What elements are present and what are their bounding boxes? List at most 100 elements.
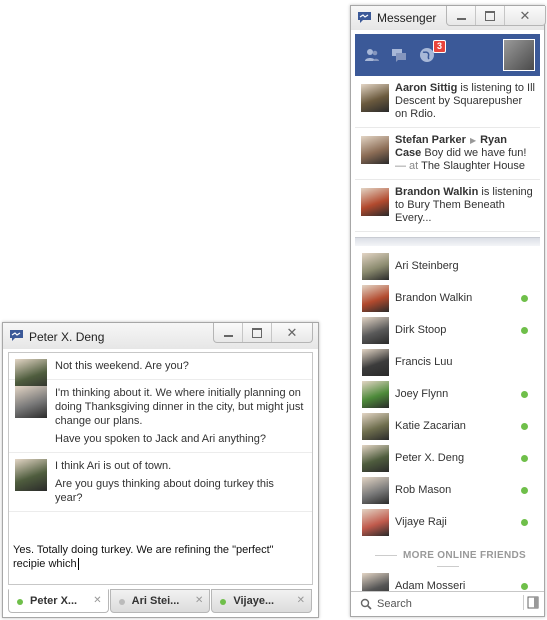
avatar <box>362 509 389 536</box>
close-button[interactable]: ✕ <box>505 6 545 25</box>
friend-requests-icon[interactable] <box>364 47 380 63</box>
messenger-logo-icon <box>10 330 23 341</box>
chat-tab[interactable]: Ari Stei... ✕ <box>109 589 211 613</box>
sidebar-toggle-icon[interactable] <box>523 595 540 610</box>
online-status-icon <box>521 455 528 462</box>
window-controls: ✕ <box>446 6 546 26</box>
messenger-titlebar: Messenger ✕ <box>351 6 546 30</box>
chat-message: I think Ari is out of town. Are you guys … <box>9 453 312 512</box>
friend-name: Joey Flynn <box>395 388 449 400</box>
avatar <box>362 477 389 504</box>
maximize-icon <box>485 10 495 21</box>
close-button[interactable]: ✕ <box>272 323 312 342</box>
story-author[interactable]: Aaron Sittig <box>395 82 457 94</box>
story-meta: — at <box>395 160 422 172</box>
messages-icon[interactable] <box>391 47 407 63</box>
online-status-icon <box>521 327 528 334</box>
messenger-logo-icon <box>358 12 371 23</box>
avatar <box>362 317 389 344</box>
avatar <box>362 573 389 592</box>
arrow-icon: ▶ <box>469 136 477 145</box>
chat-message: Not this weekend. Are you? <box>9 353 312 391</box>
online-status-icon <box>521 423 528 430</box>
chat-message-history[interactable]: Not this weekend. Are you? I'm thinking a… <box>8 352 313 538</box>
friend-list-item[interactable]: Ari Steinberg <box>355 250 540 282</box>
avatar[interactable] <box>15 459 47 491</box>
close-icon: ✕ <box>519 8 531 23</box>
maximize-button[interactable] <box>243 323 272 342</box>
friend-list-item[interactable]: Rob Mason <box>355 474 540 506</box>
search-bar <box>351 591 544 616</box>
friend-list-item[interactable]: Francis Luu <box>355 346 540 378</box>
avatar[interactable] <box>361 136 389 164</box>
avatar <box>362 413 389 440</box>
friend-list-item[interactable]: Brandon Walkin <box>355 282 540 314</box>
ticker-divider[interactable] <box>355 237 540 246</box>
friend-name: Peter X. Deng <box>395 452 465 464</box>
avatar <box>362 381 389 408</box>
avatar[interactable] <box>361 84 389 112</box>
message-text: I'm thinking about it. We where initiall… <box>55 387 304 427</box>
avatar[interactable] <box>15 386 47 418</box>
composer-text: Yes. Totally doing turkey. We are refini… <box>13 544 274 570</box>
chat-tab-label: Peter X... <box>30 595 78 607</box>
friend-name: Brandon Walkin <box>395 292 473 304</box>
online-status-icon <box>220 599 227 605</box>
story-author[interactable]: Brandon Walkin <box>395 186 478 198</box>
avatar[interactable] <box>361 188 389 216</box>
messenger-window: Messenger ✕ 3 Aaron Sittig is listening … <box>350 5 546 617</box>
friend-name: Francis Luu <box>395 356 453 368</box>
story-author[interactable]: Stefan Parker <box>395 134 466 146</box>
search-icon <box>360 598 372 610</box>
chat-tabs: Peter X... ✕ Ari Stei... ✕ Vijaye... ✕ <box>8 589 313 613</box>
ticker-feed: Aaron Sittig is listening to Ill Descent… <box>355 76 540 237</box>
chat-window-controls: ✕ <box>213 323 313 343</box>
chat-tab[interactable]: Vijaye... ✕ <box>211 589 313 613</box>
minimize-button[interactable] <box>447 6 476 25</box>
my-profile-avatar[interactable] <box>503 39 535 71</box>
online-status-icon <box>521 583 528 590</box>
friend-name: Vijaye Raji <box>395 516 447 528</box>
close-tab-icon[interactable]: ✕ <box>195 595 203 606</box>
more-online-friends-heading: MORE ONLINE FRIENDS <box>355 550 540 564</box>
close-tab-icon[interactable]: ✕ <box>93 595 101 606</box>
messenger-toolbar: 3 <box>355 34 540 76</box>
friends-list: Ari Steinberg Brandon Walkin Dirk Stoop Fra… <box>355 250 540 538</box>
messenger-title: Messenger <box>377 11 437 25</box>
chat-title: Peter X. Deng <box>29 330 105 344</box>
close-tab-icon[interactable]: ✕ <box>297 595 305 606</box>
avatar <box>362 285 389 312</box>
ticker-story[interactable]: Brandon Walkin is listening to Bury Them… <box>355 180 540 232</box>
friend-list-item[interactable]: Peter X. Deng <box>355 442 540 474</box>
online-status-icon <box>17 599 23 605</box>
online-status-icon <box>521 487 528 494</box>
chat-tab[interactable]: Peter X... ✕ <box>8 589 109 613</box>
friend-name: Rob Mason <box>395 484 452 496</box>
friend-list-item[interactable]: Katie Zacarian <box>355 410 540 442</box>
friend-list-item[interactable]: Vijaye Raji <box>355 506 540 538</box>
minimize-button[interactable] <box>214 323 243 342</box>
friend-name: Dirk Stoop <box>395 324 447 336</box>
friend-list-item[interactable]: Adam Mosseri <box>355 570 540 592</box>
chat-message: I'm thinking about it. We where initiall… <box>9 380 312 453</box>
online-status-icon <box>521 295 528 302</box>
story-text: Boy did we have fun! <box>421 147 527 159</box>
friend-list-item[interactable]: Joey Flynn <box>355 378 540 410</box>
maximize-button[interactable] <box>476 6 505 25</box>
friend-name: Katie Zacarian <box>395 420 466 432</box>
friend-list-item[interactable]: Dirk Stoop <box>355 314 540 346</box>
ticker-story[interactable]: Stefan Parker ▶ Ryan Case Boy did we have … <box>355 128 540 180</box>
chat-message-input[interactable]: Yes. Totally doing turkey. We are refini… <box>8 537 313 585</box>
chat-titlebar[interactable]: Peter X. Deng ✕ <box>3 323 318 349</box>
avatar <box>362 349 389 376</box>
notifications-badge: 3 <box>433 40 447 53</box>
avatar <box>362 253 389 280</box>
message-text: Have you spoken to Jack and Ari anything… <box>55 433 266 445</box>
message-text: Not this weekend. Are you? <box>55 360 189 372</box>
online-status-icon <box>118 599 125 605</box>
chat-tab-label: Vijaye... <box>233 595 275 607</box>
avatar <box>362 445 389 472</box>
story-place[interactable]: The Slaughter House <box>421 160 525 172</box>
ticker-story[interactable]: Aaron Sittig is listening to Ill Descent… <box>355 76 540 128</box>
search-input[interactable] <box>375 595 509 613</box>
